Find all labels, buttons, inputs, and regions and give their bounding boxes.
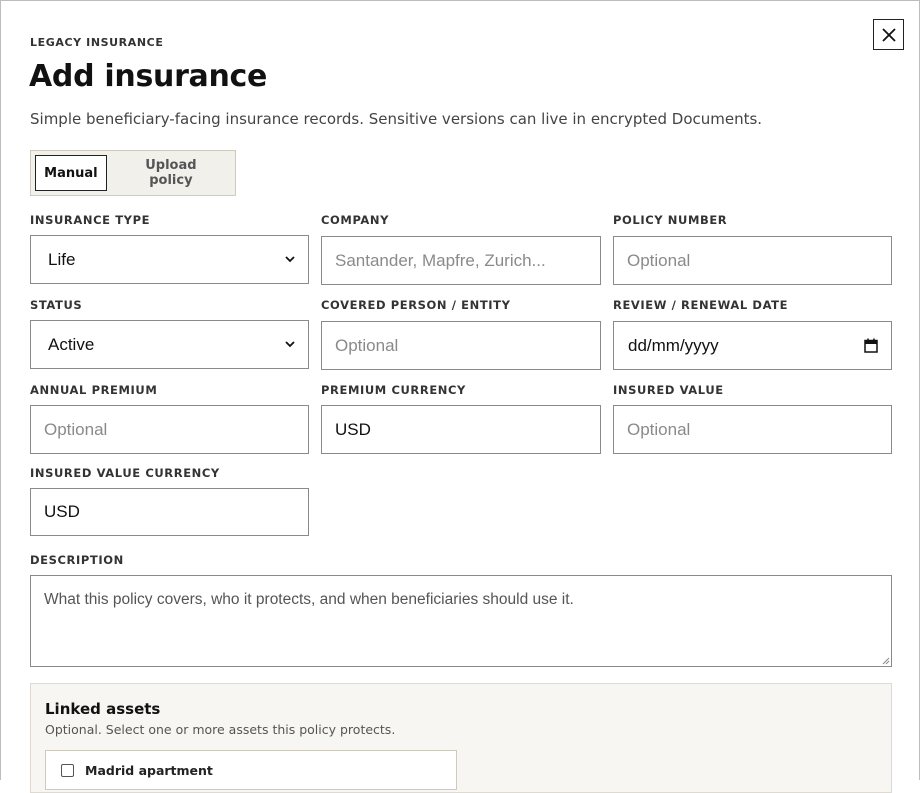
linked-assets-subtitle: Optional. Select one or more assets this… — [45, 722, 396, 737]
tab-upload-policy[interactable]: Upload policy — [107, 155, 231, 191]
insured-value-input[interactable]: Optional — [613, 405, 892, 454]
annual-premium-input[interactable]: Optional — [30, 405, 309, 454]
insurance-type-value: Life — [48, 249, 76, 269]
policy-number-label: POLICY NUMBER — [613, 213, 728, 227]
asset-checkbox[interactable] — [61, 763, 74, 777]
insured-value-currency-label: INSURED VALUE CURRENCY — [30, 466, 220, 480]
annual-premium-label: ANNUAL PREMIUM — [30, 383, 158, 397]
linked-assets-title: Linked assets — [45, 700, 161, 718]
page-title: Add insurance — [29, 59, 268, 94]
asset-option-madrid-apartment[interactable]: Madrid apartment — [45, 750, 457, 790]
modal-eyebrow: LEGACY INSURANCE — [30, 36, 164, 49]
close-button[interactable] — [873, 19, 904, 50]
review-date-placeholder: dd/mm/yyyy — [628, 335, 719, 355]
company-input[interactable]: Santander, Mapfre, Zurich... — [321, 236, 601, 285]
asset-label: Madrid apartment — [85, 762, 213, 778]
resize-handle-icon[interactable] — [881, 656, 890, 665]
premium-currency-input[interactable]: USD — [321, 405, 601, 454]
status-select[interactable]: Active — [30, 320, 309, 369]
tab-manual[interactable]: Manual — [35, 155, 107, 191]
linked-assets-panel: Linked assets Optional. Select one or mo… — [30, 683, 892, 793]
insurance-type-label: INSURANCE TYPE — [30, 213, 151, 227]
insured-value-label: INSURED VALUE — [613, 383, 724, 397]
annual-premium-placeholder: Optional — [44, 419, 108, 439]
policy-number-placeholder: Optional — [627, 250, 691, 270]
premium-currency-label: PREMIUM CURRENCY — [321, 383, 466, 397]
insured-value-currency-value: USD — [44, 502, 80, 521]
insured-value-placeholder: Optional — [627, 419, 691, 439]
chevron-down-icon — [285, 341, 295, 348]
close-icon — [881, 27, 896, 42]
covered-person-label: COVERED PERSON / ENTITY — [321, 298, 511, 312]
review-date-label: REVIEW / RENEWAL DATE — [613, 298, 789, 312]
modal-subtitle: Simple beneficiary-facing insurance reco… — [30, 110, 763, 128]
insured-value-currency-input[interactable]: USD — [30, 488, 309, 536]
review-date-input[interactable]: dd/mm/yyyy — [613, 321, 892, 370]
add-insurance-modal: LEGACY INSURANCE Add insurance Simple be… — [0, 0, 920, 793]
calendar-icon[interactable] — [864, 338, 878, 353]
description-textarea[interactable]: What this policy covers, who it protects… — [30, 575, 892, 667]
covered-person-placeholder: Optional — [335, 335, 399, 355]
company-label: COMPANY — [321, 213, 390, 227]
chevron-down-icon — [285, 256, 295, 263]
policy-number-input[interactable]: Optional — [613, 236, 892, 285]
company-placeholder: Santander, Mapfre, Zurich... — [335, 250, 546, 270]
status-value: Active — [48, 334, 95, 354]
covered-person-input[interactable]: Optional — [321, 321, 601, 370]
description-placeholder: What this policy covers, who it protects… — [44, 591, 574, 608]
description-label: DESCRIPTION — [30, 553, 124, 567]
premium-currency-value: USD — [335, 419, 371, 439]
insurance-type-select[interactable]: Life — [30, 235, 309, 284]
status-label: STATUS — [30, 298, 83, 312]
entry-mode-tabs: Manual Upload policy — [30, 150, 236, 196]
